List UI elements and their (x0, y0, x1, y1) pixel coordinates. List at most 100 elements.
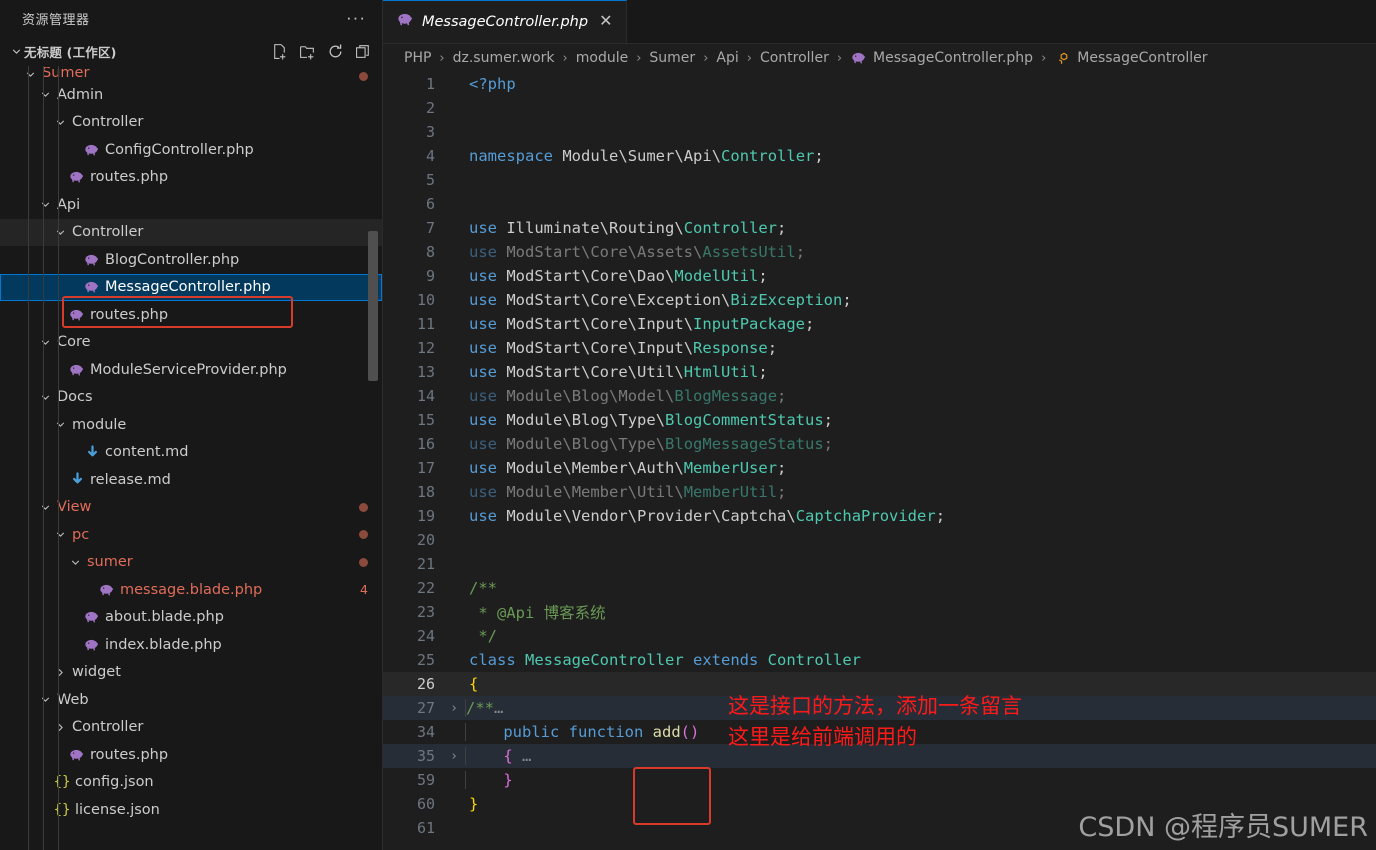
code-line-20[interactable]: 20 (383, 528, 1376, 552)
collapse-all-icon[interactable] (355, 43, 372, 60)
tab-message-controller[interactable]: MessageController.php ✕ (383, 0, 628, 43)
chevron-down-icon[interactable] (53, 418, 68, 431)
line-text: use Module\Member\Util\MemberUtil; (469, 483, 787, 501)
breadcrumb-item-module[interactable]: module (574, 50, 630, 66)
tree-item-label: module (72, 416, 127, 433)
breadcrumb-label: dz.sumer.work (452, 50, 555, 66)
breadcrumb-item-php[interactable]: PHP (402, 50, 433, 66)
chevron-down-icon[interactable] (38, 391, 53, 404)
code-line-21[interactable]: 21 (383, 552, 1376, 576)
chevron-down-icon[interactable] (53, 226, 68, 239)
chevron-down-icon[interactable] (38, 501, 53, 514)
breadcrumb-item-dz-sumer-work[interactable]: dz.sumer.work (451, 50, 557, 66)
chevron-down-icon[interactable] (38, 198, 53, 211)
indent-guide (58, 66, 59, 850)
code-line-26[interactable]: 26 { (383, 672, 1376, 696)
code-line-1[interactable]: 1 <?php (383, 72, 1376, 96)
code-line-59[interactable]: 59 } (383, 768, 1376, 792)
line-number: 9 (425, 267, 435, 285)
line-number: 8 (425, 243, 435, 261)
tree-item-label: MessageController.php (105, 279, 271, 296)
code-line-35[interactable]: 35 › { … (383, 744, 1376, 768)
breadcrumb-item-controller[interactable]: Controller (758, 50, 831, 66)
line-text: namespace Module\Sumer\Api\Controller; (469, 147, 824, 165)
line-number: 25 (416, 651, 435, 669)
code-line-24[interactable]: 24 */ (383, 624, 1376, 648)
line-text: use Module\Blog\Type\BlogCommentStatus; (469, 411, 834, 429)
fold-toggle-icon[interactable]: › (443, 749, 465, 764)
code-line-60[interactable]: 60} (383, 792, 1376, 816)
chevron-down-icon[interactable] (38, 693, 53, 706)
code-line-15[interactable]: 15 use Module\Blog\Type\BlogCommentStatus… (383, 408, 1376, 432)
new-folder-icon[interactable] (299, 43, 316, 60)
code-editor[interactable]: 1 <?php 2 3 4 namespace Module\Sumer\Api\Cont… (383, 72, 1376, 850)
line-text: use Module\Member\Auth\MemberUser; (469, 459, 787, 477)
line-number: 60 (416, 795, 435, 813)
code-line-6[interactable]: 6 (383, 192, 1376, 216)
php-elephant-icon (850, 50, 868, 66)
code-line-7[interactable]: 7 use Illuminate\Routing\Controller; (383, 216, 1376, 240)
chevron-down-icon[interactable] (68, 556, 83, 569)
code-line-12[interactable]: 12 use ModStart\Core\Input\Response; (383, 336, 1376, 360)
breadcrumb-label: Controller (759, 50, 829, 66)
line-number: 24 (416, 627, 435, 645)
code-line-9[interactable]: 9 use ModStart\Core\Dao\ModelUtil; (383, 264, 1376, 288)
chevron-down-icon[interactable] (53, 116, 68, 129)
breadcrumb-item-api[interactable]: Api (714, 50, 740, 66)
chevron-down-icon (8, 45, 24, 58)
code-line-4[interactable]: 4 namespace Module\Sumer\Api\Controller; (383, 144, 1376, 168)
chevron-down-icon[interactable] (38, 336, 53, 349)
chevron-down-icon[interactable] (38, 88, 53, 101)
code-line-5[interactable]: 5 (383, 168, 1376, 192)
php-elephant-icon (83, 609, 101, 625)
code-line-2[interactable]: 2 (383, 96, 1376, 120)
line-text: use ModStart\Core\Exception\BizException… (469, 291, 852, 309)
code-line-11[interactable]: 11 use ModStart\Core\Input\InputPackage; (383, 312, 1376, 336)
code-line-34[interactable]: 34 public function add() (383, 720, 1376, 744)
line-text: use ModStart\Core\Util\HtmlUtil; (469, 363, 768, 381)
code-line-3[interactable]: 3 (383, 120, 1376, 144)
refresh-icon[interactable] (327, 43, 344, 60)
workspace-root-row[interactable]: 无标题 (工作区) (0, 36, 382, 66)
breadcrumb-item-sumer[interactable]: Sumer (647, 50, 697, 66)
line-text: } (469, 795, 479, 813)
tree-item-label: BlogController.php (105, 251, 240, 268)
line-text: use Module\Blog\Type\BlogMessageStatus; (469, 435, 834, 453)
file-tree-container[interactable]: Sumer Admin Controller ConfigController.php… (0, 66, 382, 850)
code-line-27[interactable]: 27 ›/**… (383, 696, 1376, 720)
line-text: use ModStart\Core\Input\Response; (469, 339, 778, 357)
code-line-10[interactable]: 10 use ModStart\Core\Exception\BizExcepti… (383, 288, 1376, 312)
line-text: use ModStart\Core\Dao\ModelUtil; (469, 267, 768, 285)
explorer-sidebar: 资源管理器 ··· 无标题 (工作区) Sumer Admin Controll… (0, 0, 383, 850)
code-line-17[interactable]: 17 use Module\Member\Auth\MemberUser; (383, 456, 1376, 480)
code-line-14[interactable]: 14 use Module\Blog\Model\BlogMessage; (383, 384, 1376, 408)
explorer-more-actions-button[interactable]: ··· (342, 9, 370, 26)
explorer-title: 资源管理器 (22, 12, 90, 28)
line-text: <?php (469, 75, 516, 93)
code-line-61[interactable]: 61 (383, 816, 1376, 840)
code-line-22[interactable]: 22 /** (383, 576, 1376, 600)
chevron-right-icon[interactable] (53, 666, 68, 679)
line-number: 22 (416, 579, 435, 597)
chevron-right-icon[interactable] (53, 721, 68, 734)
explorer-scrollbar[interactable] (368, 231, 378, 381)
close-icon[interactable]: ✕ (596, 12, 615, 32)
line-number: 10 (416, 291, 435, 309)
code-line-23[interactable]: 23 * @Api 博客系统 (383, 600, 1376, 624)
code-line-18[interactable]: 18 use Module\Member\Util\MemberUtil; (383, 480, 1376, 504)
fold-toggle-icon[interactable]: › (443, 701, 465, 716)
explorer-action-bar (271, 43, 372, 60)
code-line-13[interactable]: 13 use ModStart\Core\Util\HtmlUtil; (383, 360, 1376, 384)
line-text: use Module\Vendor\Provider\Captcha\Captc… (469, 507, 946, 525)
chevron-down-icon[interactable] (23, 68, 38, 81)
breadcrumb-label: Api (716, 50, 739, 66)
line-number: 12 (416, 339, 435, 357)
breadcrumb-item-messagecontroller[interactable]: MessageController (1052, 50, 1209, 66)
breadcrumb-item-messagecontroller-php[interactable]: MessageController.php (848, 50, 1035, 66)
code-line-16[interactable]: 16 use Module\Blog\Type\BlogMessageStatus… (383, 432, 1376, 456)
code-line-25[interactable]: 25 class MessageController extends Contro… (383, 648, 1376, 672)
code-line-8[interactable]: 8 use ModStart\Core\Assets\AssetsUtil; (383, 240, 1376, 264)
code-line-19[interactable]: 19 use Module\Vendor\Provider\Captcha\Cap… (383, 504, 1376, 528)
new-file-icon[interactable] (271, 43, 288, 60)
chevron-down-icon[interactable] (53, 528, 68, 541)
